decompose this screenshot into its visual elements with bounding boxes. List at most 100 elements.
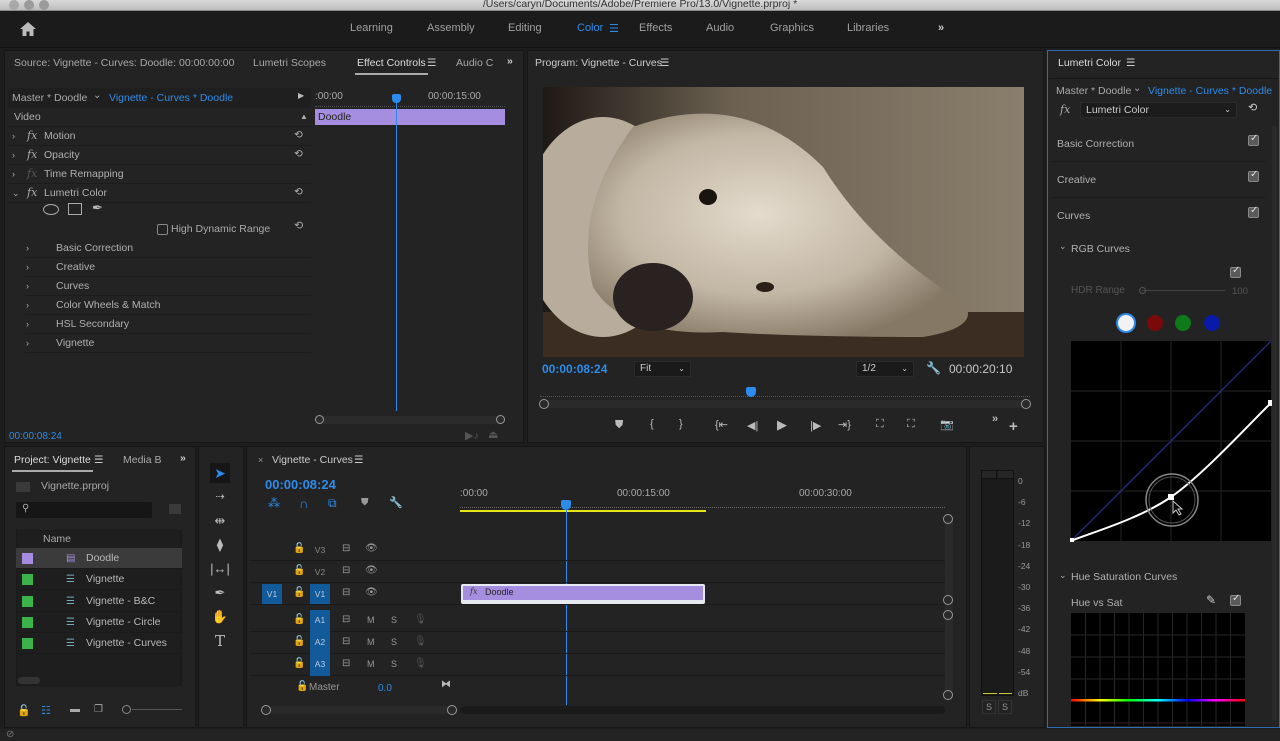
project-hscrollbar[interactable] xyxy=(18,677,40,684)
rgb-curves-chevron-icon[interactable]: ⌄ xyxy=(1059,241,1067,252)
step-back-button[interactable]: ◀| xyxy=(747,419,758,432)
program-video-frame[interactable] xyxy=(543,87,1024,357)
hue-vs-sat-checkbox[interactable] xyxy=(1230,593,1241,606)
project-item[interactable]: ☰ Vignette xyxy=(16,569,182,591)
audio-fade-icon[interactable]: ⧓ xyxy=(441,679,451,690)
clip-dropdown-chevron-icon[interactable]: ⌄ xyxy=(93,90,101,101)
snap-icon[interactable]: ∩ xyxy=(299,496,308,511)
lumetri-section-basic-correction[interactable]: Basic Correction xyxy=(1051,126,1266,162)
reset-icon[interactable]: ⟲ xyxy=(294,219,303,232)
reset-icon[interactable]: ⟲ xyxy=(294,183,303,201)
curve-control-point[interactable] xyxy=(1168,494,1174,500)
mark-in-button[interactable]: { xyxy=(650,418,654,430)
sequence-tab[interactable]: Vignette - Curves xyxy=(272,454,353,466)
tab-lumetri-scopes[interactable]: Lumetri Scopes xyxy=(253,57,326,69)
new-search-bin-icon[interactable] xyxy=(169,504,181,514)
hue-sat-curve-line[interactable] xyxy=(1071,699,1245,702)
lock-track-icon[interactable]: 🔓 xyxy=(293,565,305,576)
sequence-clip-label[interactable]: Vignette - Curves * Doodle xyxy=(109,92,233,104)
sync-lock-icon[interactable]: ⊟ xyxy=(342,614,350,625)
program-ruler[interactable] xyxy=(540,387,1030,397)
type-tool-icon[interactable]: T xyxy=(210,631,230,651)
master-clip-label[interactable]: Master * Doodle xyxy=(12,92,87,104)
column-header-name[interactable]: Name xyxy=(43,533,71,545)
lumetri-clip-label[interactable]: Vignette - Curves * Doodle xyxy=(1148,85,1272,97)
source-patch[interactable] xyxy=(262,540,282,560)
expand-chevron-icon[interactable]: › xyxy=(12,127,15,145)
workspace-overflow-button[interactable]: » xyxy=(938,22,944,34)
lock-icon[interactable]: 🔓 xyxy=(296,681,308,692)
timeline-playhead-handle[interactable] xyxy=(561,500,571,510)
expand-chevron-icon[interactable]: › xyxy=(12,146,15,164)
channel-green-button[interactable] xyxy=(1175,315,1192,331)
track-select-tool-icon[interactable]: ⇢ xyxy=(210,487,230,507)
workspace-tab-effects[interactable]: Effects xyxy=(639,22,672,34)
track-target[interactable]: A2 xyxy=(310,632,330,654)
timeline-ruler[interactable]: :00:00 00:00:15:00 00:00:30:00 xyxy=(460,488,950,512)
label-color-swatch[interactable] xyxy=(22,595,33,607)
section-enable-checkbox[interactable] xyxy=(1248,205,1259,218)
ec-ruler[interactable]: :00:00 00:00:15:00 xyxy=(313,88,508,108)
ec-playhead-handle[interactable] xyxy=(392,94,401,103)
workspace-tab-assembly[interactable]: Assembly xyxy=(427,22,475,34)
list-view-icon[interactable]: ☷ xyxy=(41,704,51,717)
hand-tool-icon[interactable]: ✋ xyxy=(210,607,230,627)
voiceover-mic-icon[interactable]: 🎙 xyxy=(414,614,427,625)
solo-right-button[interactable]: S xyxy=(998,700,1012,714)
lumetri-section-curves[interactable]: › Curves xyxy=(25,277,311,296)
workspace-tab-graphics[interactable]: Graphics xyxy=(770,22,814,34)
channel-white-button[interactable] xyxy=(1118,315,1134,331)
voiceover-mic-icon[interactable]: 🎙 xyxy=(414,636,427,647)
timeline-clip-doodle[interactable]: fx Doodle xyxy=(461,584,705,604)
channel-red-button[interactable] xyxy=(1146,315,1163,331)
rgb-curves-checkbox[interactable] xyxy=(1230,265,1241,278)
hdr-range-slider[interactable] xyxy=(1142,290,1225,291)
project-item[interactable]: ☰ Vignette - B&C xyxy=(16,591,182,612)
program-zoom-scrollbar[interactable] xyxy=(539,399,1031,409)
lumetri-title[interactable]: Lumetri Color xyxy=(1058,57,1121,69)
scroll-handle-left[interactable] xyxy=(539,399,549,409)
project-item[interactable]: ☰ Vignette - Circle xyxy=(16,612,182,633)
rectangle-mask-icon[interactable] xyxy=(68,203,82,215)
program-title[interactable]: Program: Vignette - Curves xyxy=(535,57,662,69)
work-area-bar[interactable] xyxy=(460,510,706,512)
mute-button[interactable]: M xyxy=(367,659,375,669)
hdr-checkbox[interactable] xyxy=(157,224,168,235)
hdr-range-handle[interactable] xyxy=(1139,287,1146,294)
tab-media-browser[interactable]: Media B xyxy=(123,454,162,466)
solo-left-button[interactable]: S xyxy=(982,700,996,714)
lumetri-section-creative[interactable]: › Creative xyxy=(25,258,311,277)
sync-lock-icon[interactable]: ⊟ xyxy=(342,636,350,647)
timeline-hscrollbar[interactable] xyxy=(460,706,945,714)
panel-overflow-button[interactable]: » xyxy=(507,55,513,67)
rgb-curve-graph[interactable] xyxy=(1070,340,1272,542)
master-volume-value[interactable]: 0.0 xyxy=(378,683,392,694)
zoom-slider[interactable] xyxy=(132,709,182,710)
go-to-in-button[interactable]: {⇤ xyxy=(715,418,728,431)
program-playhead[interactable] xyxy=(745,387,756,397)
workspace-tab-libraries[interactable]: Libraries xyxy=(847,22,889,34)
label-color-swatch[interactable] xyxy=(22,574,33,586)
filter-audio-icon[interactable]: ▶♪ xyxy=(465,429,479,442)
workspace-menu-icon[interactable]: ☰ xyxy=(609,22,619,35)
panel-overflow-button[interactable]: » xyxy=(180,452,186,464)
reset-icon[interactable]: ⟲ xyxy=(294,126,303,144)
lumetri-section-vignette[interactable]: › Vignette xyxy=(25,334,311,353)
scroll-handle-right[interactable] xyxy=(1021,399,1031,409)
label-color-swatch[interactable] xyxy=(22,616,33,628)
effect-controls-menu-icon[interactable]: ☰ xyxy=(427,57,436,69)
rgb-curves-label[interactable]: RGB Curves xyxy=(1071,243,1130,255)
track-target[interactable]: A1 xyxy=(310,610,330,632)
track-target[interactable]: V3 xyxy=(310,540,330,560)
sync-lock-icon[interactable]: ⊟ xyxy=(342,587,350,598)
tab-audio-clip-mixer[interactable]: Audio C xyxy=(456,57,493,69)
hue-sat-chevron-icon[interactable]: ⌄ xyxy=(1059,570,1067,581)
ripple-edit-tool-icon[interactable]: ⇹ xyxy=(210,511,230,531)
effect-row-lumetri-color[interactable]: ⌄ fx Lumetri Color ⟲ xyxy=(8,184,311,203)
project-search-input[interactable]: ⚲ xyxy=(16,502,152,518)
reset-icon[interactable]: ⟲ xyxy=(294,145,303,163)
workspace-tab-editing[interactable]: Editing xyxy=(508,22,542,34)
project-menu-icon[interactable]: ☰ xyxy=(94,454,103,466)
zoom-slider-handle[interactable] xyxy=(122,705,131,714)
solo-button[interactable]: S xyxy=(391,615,397,625)
